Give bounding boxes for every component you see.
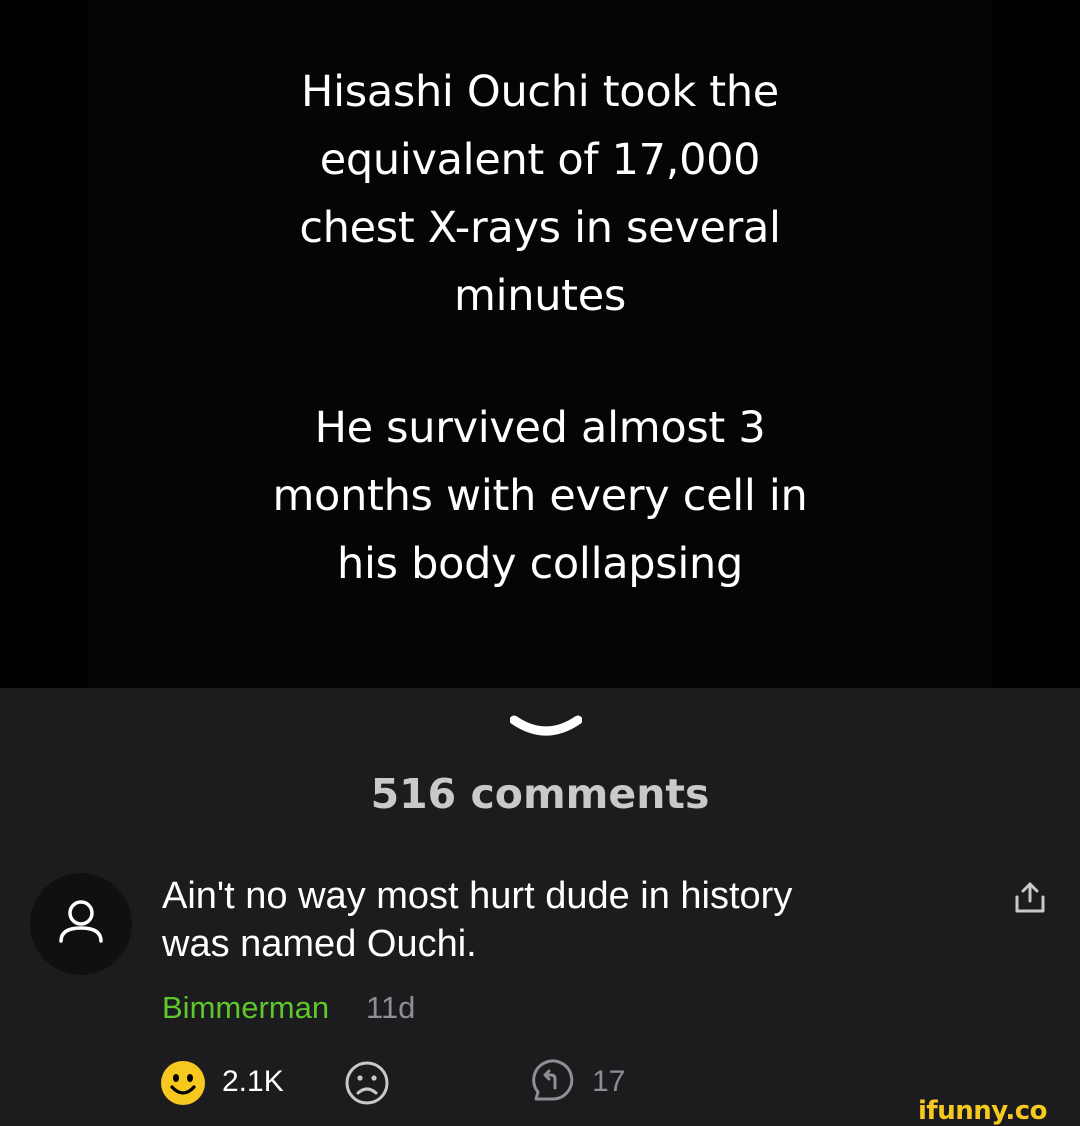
user-placeholder-icon <box>59 900 103 943</box>
reply-count: 17 <box>592 1065 626 1098</box>
share-icon[interactable] <box>1012 880 1048 916</box>
frown-icon[interactable] <box>344 1060 390 1106</box>
watermark: ifunny.co <box>918 1096 1047 1126</box>
meme-background: Hisashi Ouchi took the equivalent of 17,… <box>88 0 992 688</box>
smile-count: 2.1K <box>222 1065 284 1098</box>
chevron-down-icon[interactable] <box>510 712 582 742</box>
reply-icon[interactable] <box>528 1058 578 1106</box>
meme-caption-second: He survived almost 3 months with every c… <box>272 403 808 589</box>
comment-age: 11d <box>366 990 416 1025</box>
comment-author[interactable]: Bimmerman <box>162 988 329 1028</box>
meme-caption-first: Hisashi Ouchi took the equivalent of 17,… <box>299 67 781 321</box>
meme-image: Hisashi Ouchi took the equivalent of 17,… <box>0 0 1080 688</box>
comments-count: 516 comments <box>370 770 710 818</box>
smile-icon[interactable] <box>160 1060 206 1106</box>
comment-text: Ain't no way most hurt dude in history w… <box>162 875 793 965</box>
avatar[interactable] <box>30 873 132 975</box>
